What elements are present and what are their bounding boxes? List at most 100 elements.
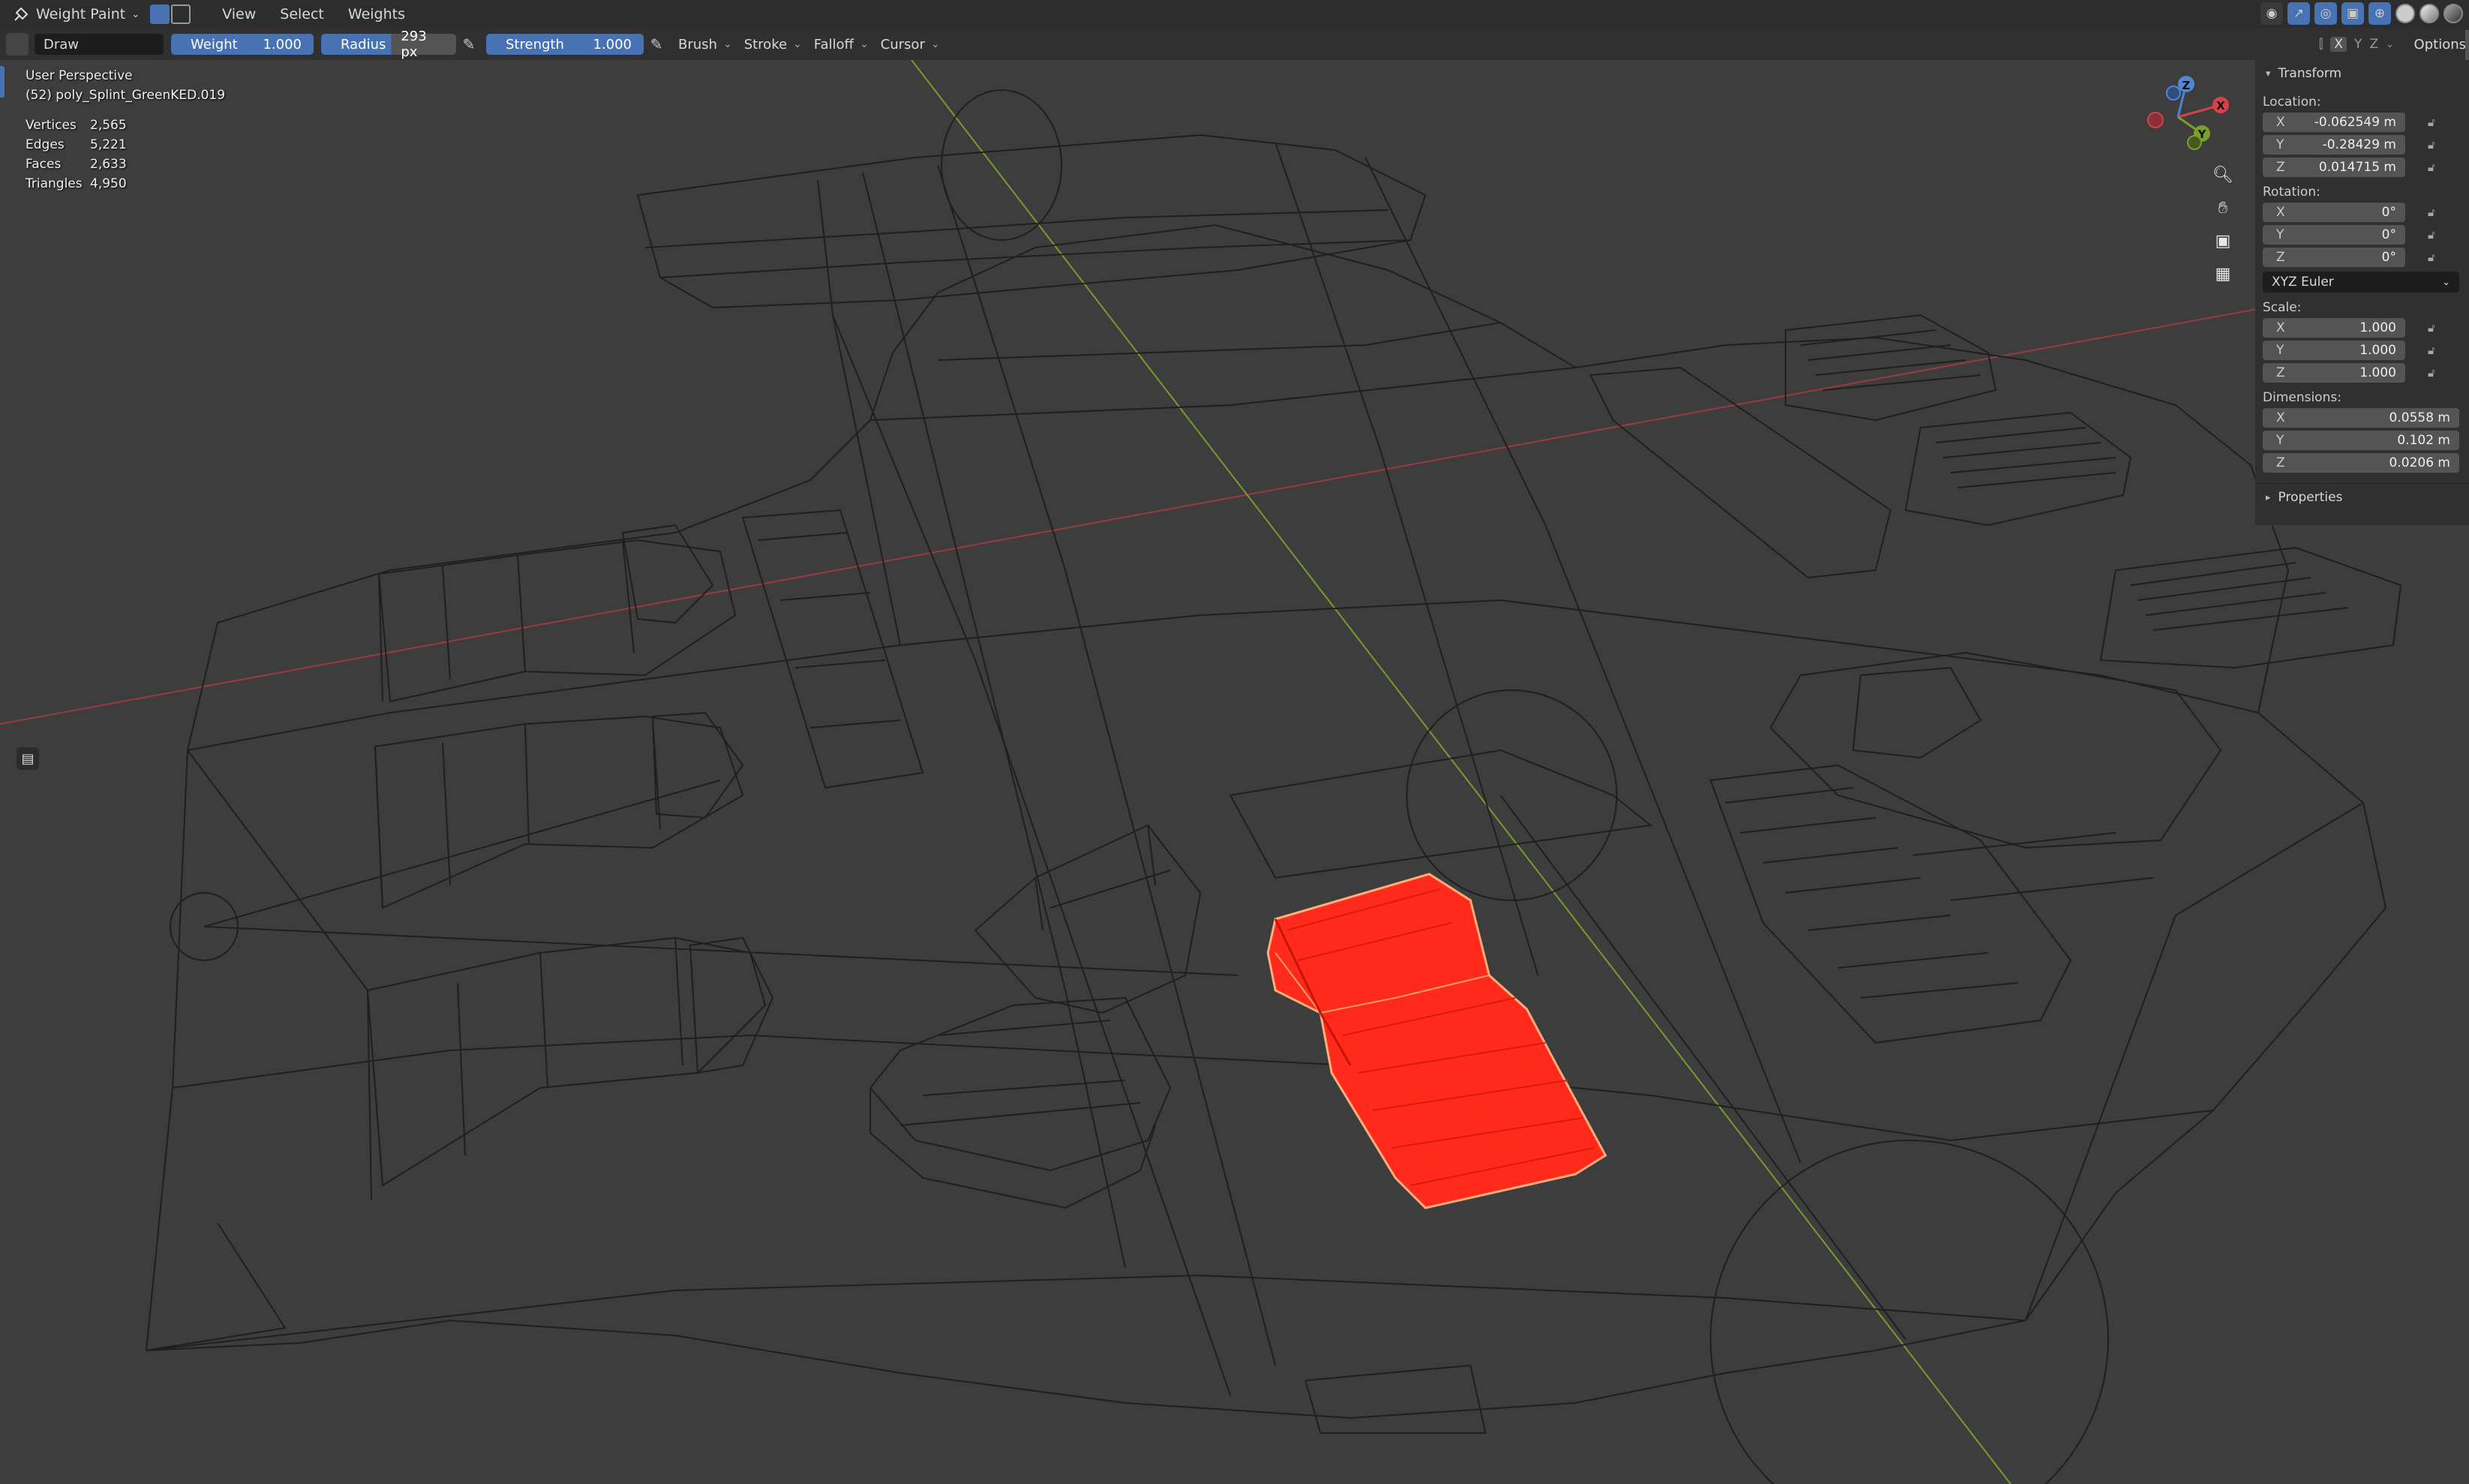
axis-label: Y: [2276, 137, 2284, 152]
rotation-z-row: Z 0° 🔓︎: [2263, 248, 2469, 267]
xray-icon[interactable]: ▣: [2341, 2, 2364, 25]
lock-icon[interactable]: 🔓︎: [2428, 115, 2443, 130]
lock-icon[interactable]: 🔓︎: [2428, 160, 2443, 175]
weight-value: 1.000: [263, 36, 302, 53]
scale-z-field[interactable]: Z 1.000: [2263, 363, 2405, 383]
chevron-down-icon: ⌄: [859, 38, 869, 50]
stat-label: Edges: [26, 137, 65, 152]
dropdown-brush[interactable]: Brush ⌄: [678, 37, 732, 53]
menu-select[interactable]: Select: [268, 2, 336, 26]
menu-weights[interactable]: Weights: [336, 2, 417, 26]
location-x-field[interactable]: X -0.062549 m: [2263, 113, 2405, 132]
visibility-icon[interactable]: ◉: [2260, 2, 2283, 25]
rendered-shading-icon[interactable]: [2443, 4, 2463, 23]
object-name: (52) poly_Splint_GreenKED.019: [26, 88, 226, 103]
header-right-controls: ◉ ↗ ◎ ▣ ⊕: [2260, 2, 2463, 25]
dimensions-x-field[interactable]: X 0.0558 m: [2263, 408, 2459, 428]
symmetry-z[interactable]: Z: [2369, 37, 2378, 52]
stat-value: 2,565: [90, 118, 127, 133]
field-value: 0.102 m: [2397, 433, 2450, 448]
chevron-down-icon: ▾: [2266, 68, 2271, 80]
properties-panel-header[interactable]: ▸ Properties: [2255, 483, 2469, 511]
gizmo-x-label: X: [2216, 99, 2225, 113]
dropdown-brush-label: Brush: [678, 36, 717, 53]
options-button[interactable]: Options: [2414, 37, 2466, 53]
pen-pressure-icon[interactable]: ✎: [459, 35, 479, 54]
pan-hand-icon[interactable]: ✋︎: [2207, 192, 2239, 224]
lock-icon[interactable]: 🔓︎: [2428, 137, 2443, 152]
weight-label: Weight: [191, 36, 238, 53]
rotation-x-field[interactable]: X 0°: [2263, 203, 2405, 222]
lock-icon[interactable]: 🔓︎: [2428, 205, 2443, 220]
radius-slider[interactable]: Radius 293 px: [321, 29, 456, 60]
lock-icon[interactable]: 🔓︎: [2428, 343, 2443, 358]
brush-name-field[interactable]: Draw: [35, 34, 164, 55]
face-mask-icon[interactable]: [150, 5, 170, 24]
location-y-field[interactable]: Y -0.28429 m: [2263, 135, 2405, 155]
strength-slider[interactable]: Strength 1.000: [486, 34, 644, 55]
overlays-icon[interactable]: ◎: [2314, 2, 2337, 25]
brush-icon[interactable]: [6, 33, 29, 56]
stat-label: Faces: [26, 157, 62, 172]
weight-slider[interactable]: Weight 1.000: [171, 34, 314, 55]
scale-y-field[interactable]: Y 1.000: [2263, 341, 2405, 360]
zoom-icon[interactable]: 🔍︎: [2207, 159, 2239, 191]
axis-label: Z: [2276, 250, 2285, 265]
axis-label: Z: [2276, 365, 2285, 380]
tool-settings-bar: Draw Weight 1.000 Radius 293 px ✎ Streng…: [0, 29, 2469, 60]
vertex-mask-icon[interactable]: [171, 5, 191, 24]
transform-panel-header[interactable]: ▾ Transform: [2255, 60, 2469, 87]
stat-value: 4,950: [90, 176, 127, 191]
stat-value: 5,221: [90, 137, 127, 152]
rotation-mode-select[interactable]: XYZ Euler ⌄: [2263, 272, 2459, 293]
dimensions-z-field[interactable]: Z 0.0206 m: [2263, 453, 2459, 473]
3d-viewport[interactable]: Z X Y: [0, 0, 2469, 1484]
stat-value: 2,633: [90, 157, 127, 172]
stat-row: Faces 2,633: [26, 155, 225, 174]
rotation-label: Rotation:: [2263, 185, 2320, 200]
field-value: -0.062549 m: [2314, 115, 2396, 130]
view-name: User Perspective: [26, 68, 133, 83]
scale-label: Scale:: [2263, 300, 2302, 315]
wireframe-shading-icon[interactable]: ⊕: [2368, 2, 2391, 25]
sample-weight-icon[interactable]: ▤: [17, 747, 39, 770]
dimensions-y-field[interactable]: Y 0.102 m: [2263, 431, 2459, 450]
lock-icon[interactable]: 🔓︎: [2428, 320, 2443, 335]
location-z-field[interactable]: Z 0.014715 m: [2263, 158, 2405, 177]
material-shading-icon[interactable]: [2419, 4, 2439, 23]
dropdown-falloff[interactable]: Falloff ⌄: [814, 37, 869, 53]
lock-icon[interactable]: 🔓︎: [2428, 227, 2443, 242]
dropdown-stroke[interactable]: Stroke ⌄: [744, 37, 802, 53]
strength-pressure-icon[interactable]: ✎: [647, 35, 666, 54]
chevron-down-icon[interactable]: ⌄: [2386, 39, 2394, 50]
transform-title: Transform: [2278, 66, 2342, 81]
chevron-down-icon: ⌄: [131, 8, 140, 20]
camera-view-icon[interactable]: ▣: [2207, 225, 2239, 257]
symmetry-y[interactable]: Y: [2354, 37, 2362, 52]
field-value: 1.000: [2359, 320, 2396, 335]
dropdown-cursor[interactable]: Cursor ⌄: [881, 37, 940, 53]
scale-x-field[interactable]: X 1.000: [2263, 318, 2405, 338]
rotation-y-field[interactable]: Y 0°: [2263, 225, 2405, 245]
gizmo-toggle-icon[interactable]: ↗: [2287, 2, 2310, 25]
stat-label: Vertices: [26, 118, 77, 133]
perspective-toggle-icon[interactable]: ▦: [2207, 258, 2239, 290]
location-z-row: Z 0.014715 m 🔓︎: [2263, 158, 2469, 177]
symmetry-icon[interactable]: ⫿: [2319, 37, 2323, 52]
axis-label: X: [2276, 205, 2285, 220]
rotation-z-field[interactable]: Z 0°: [2263, 248, 2405, 267]
mode-selector[interactable]: Weight Paint ⌄: [5, 2, 147, 26]
stat-label: Triangles: [26, 176, 83, 191]
sidebar-tab[interactable]: [2465, 30, 2469, 60]
viewport-info-overlay: User Perspective (52) poly_Splint_GreenK…: [26, 66, 225, 194]
menu-view[interactable]: View: [210, 2, 268, 26]
symmetry-x[interactable]: X: [2330, 37, 2347, 52]
field-value: 0°: [2381, 250, 2396, 265]
gizmo-y-label: Y: [2197, 128, 2207, 141]
active-tool-indicator: [0, 66, 5, 98]
lock-icon[interactable]: 🔓︎: [2428, 365, 2443, 380]
dropdown-falloff-label: Falloff: [813, 36, 854, 53]
dimensions-label: Dimensions:: [2263, 390, 2341, 405]
solid-shading-icon[interactable]: [2395, 4, 2415, 23]
lock-icon[interactable]: 🔓︎: [2428, 250, 2443, 265]
